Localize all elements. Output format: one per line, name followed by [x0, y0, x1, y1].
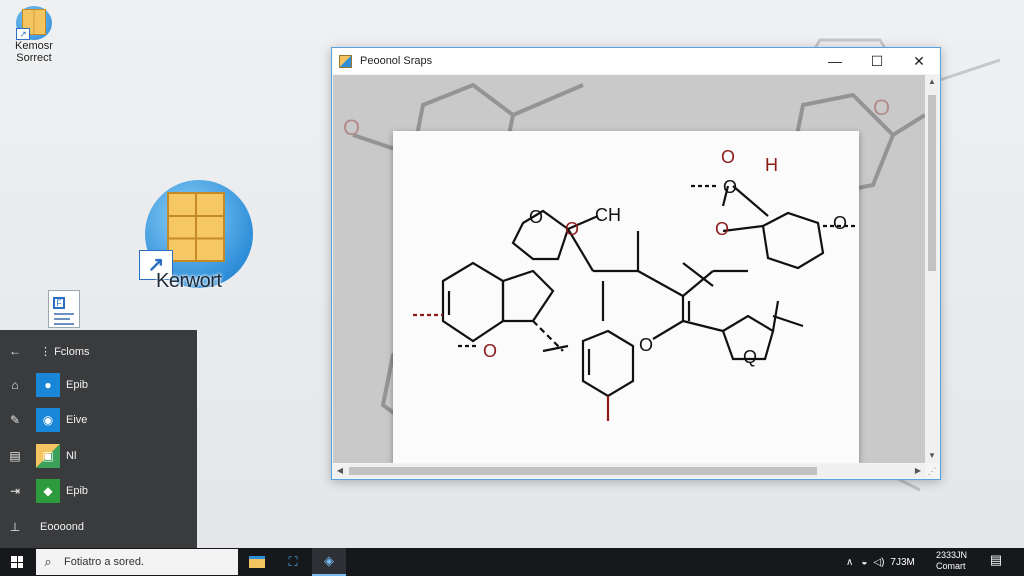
- maps-app-icon: ◆: [36, 479, 60, 503]
- windows-logo-icon: [11, 556, 23, 568]
- edge-taskbar-icon[interactable]: ⛶: [276, 548, 310, 576]
- grid-icon: ▤: [9, 449, 21, 463]
- atom-label-o-left: O: [529, 207, 543, 227]
- file-explorer-taskbar-icon[interactable]: [240, 548, 274, 576]
- start-menu-item[interactable]: ⌂ ● Epib: [0, 370, 197, 400]
- document-icon[interactable]: F: [48, 290, 80, 328]
- messenger-app-icon: ●: [36, 373, 60, 397]
- clock-line1: 2333JN: [936, 550, 968, 560]
- network-icon: ⌂: [11, 378, 19, 392]
- app-window: Peoonol Sraps — ☐ ✕ O O O: [331, 47, 941, 480]
- start-menu-item[interactable]: ▤ ▣ Nl: [0, 441, 197, 471]
- document-canvas[interactable]: O O O: [333, 75, 925, 463]
- start-menu-label: Nl: [66, 450, 77, 462]
- search-icon: ⌕: [44, 554, 52, 569]
- window-titlebar[interactable]: Peoonol Sraps — ☐ ✕: [332, 48, 940, 74]
- arrow-left-icon[interactable]: ←: [0, 344, 30, 358]
- start-menu-item[interactable]: ← ⋮ Fcloms: [0, 336, 197, 366]
- notification-icon[interactable]: ▤: [986, 552, 1006, 572]
- search-box[interactable]: ⌕ Fotiatro a sored.: [36, 549, 238, 575]
- scroll-left-button[interactable]: ◀: [333, 464, 347, 478]
- window-title: Peoonol Sraps: [360, 55, 433, 67]
- atom-label-o-mid: O: [723, 177, 737, 197]
- start-menu-item[interactable]: ⇥ ◆ Epib: [0, 476, 197, 506]
- network-tray-icon[interactable]: ◒: [861, 557, 867, 568]
- minimize-button[interactable]: —: [814, 48, 856, 74]
- start-menu-label: Epib: [66, 379, 89, 391]
- start-menu-label: Epib: [66, 485, 89, 497]
- chevron-up-icon[interactable]: ∧: [846, 557, 853, 568]
- atom-label-o-top: O: [721, 147, 735, 167]
- svg-text:O: O: [873, 95, 890, 120]
- atom-label-o-ring: O: [833, 213, 847, 233]
- molecule-sheet: CH H O O O O O O O O Q: [393, 131, 859, 463]
- atom-label-q: Q: [743, 347, 757, 367]
- atom-label-o-center: O: [565, 219, 579, 239]
- atom-label-o-low: O: [483, 341, 497, 361]
- taskbar: ⌕ Fotiatro a sored. ⛶ ◈ ∧ ◒ ◁) 7J3M 2333…: [0, 548, 1024, 576]
- molecule-app-taskbar-icon[interactable]: ◈: [312, 548, 346, 576]
- exit-icon: ⇥: [9, 484, 21, 498]
- close-button[interactable]: ✕: [898, 48, 940, 74]
- pin-icon: ⊥: [9, 520, 21, 534]
- atom-label-ch: CH: [595, 205, 621, 225]
- start-menu-label: Eive: [66, 414, 88, 426]
- system-tray: ∧ ◒ ◁) 7J3M: [846, 548, 915, 576]
- search-placeholder: Fotiatro a sored.: [64, 556, 145, 568]
- contacts-app-icon: ◉: [36, 408, 60, 432]
- scroll-up-button[interactable]: ▲: [925, 75, 939, 89]
- resize-grip-icon[interactable]: ⋰: [925, 464, 939, 478]
- desktop-icon-label: Kerwort: [156, 270, 222, 292]
- tray-time: 7J3M: [890, 556, 915, 568]
- atom-label-o-right: O: [715, 219, 729, 239]
- atom-label-h: H: [765, 155, 778, 175]
- start-menu-item[interactable]: ✎ ◉ Eive: [0, 405, 197, 435]
- start-menu: ← ⋮ Fcloms ⌂ ● Epib ✎ ◉ Eive ▤ ▣ Nl ⇥ ◆ …: [0, 330, 197, 548]
- start-menu-label: ⋮ Fcloms: [40, 345, 90, 358]
- photos-app-icon: ▣: [36, 444, 60, 468]
- horizontal-scrollbar[interactable]: ◀ ▶: [333, 464, 925, 478]
- volume-icon[interactable]: ◁): [873, 557, 884, 568]
- desktop-icon-label: Kemosr: [15, 40, 53, 52]
- atom-label-o-small: O: [639, 335, 653, 355]
- desktop-shortcut-kemosr[interactable]: ↗ Kemosr Sorrect: [8, 6, 60, 64]
- app-icon: [339, 54, 352, 68]
- start-menu-item[interactable]: ⊥ Eoooond: [0, 512, 197, 542]
- folder-shortcut-icon: ↗: [16, 6, 52, 40]
- molecule-structure: CH H O O O O O O O O Q: [413, 147, 858, 421]
- start-menu-label: Eoooond: [40, 521, 85, 533]
- pen-icon: ✎: [9, 413, 21, 427]
- horizontal-scroll-thumb[interactable]: [349, 467, 817, 475]
- scroll-down-button[interactable]: ▼: [925, 449, 939, 463]
- start-button[interactable]: [0, 548, 34, 576]
- maximize-button[interactable]: ☐: [856, 48, 898, 74]
- vertical-scrollbar[interactable]: ▲ ▼: [925, 75, 939, 463]
- clock-line2: Comart: [936, 561, 966, 571]
- clock[interactable]: 2333JN Comart: [936, 550, 978, 572]
- desktop-icon-label-line2: Sorrect: [16, 52, 52, 64]
- scroll-right-button[interactable]: ▶: [911, 464, 925, 478]
- vertical-scroll-thumb[interactable]: [928, 95, 936, 271]
- svg-text:O: O: [343, 115, 360, 140]
